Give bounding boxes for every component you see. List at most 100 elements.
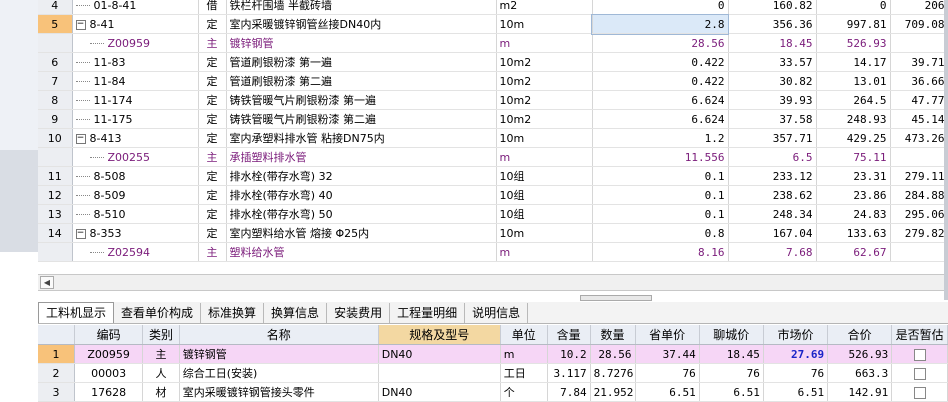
horizontal-scrollbar[interactable]: ◀ [38, 274, 948, 291]
type-cell[interactable]: 定 [198, 71, 227, 91]
quantity-cell[interactable]: 0.422 [592, 71, 729, 91]
unit-cell[interactable]: 10m2 [496, 90, 593, 110]
price-cell[interactable]: 33.57 [728, 52, 817, 72]
extra-cell[interactable]: 279.11 [890, 166, 948, 186]
market-price-cell[interactable]: 6.51 [763, 382, 829, 402]
amount-cell[interactable]: 526.93 [816, 33, 891, 53]
unit-cell[interactable]: 10组 [496, 185, 593, 205]
content-cell[interactable]: 10.2 [547, 344, 591, 364]
tab-4[interactable]: 安装费用 [327, 303, 391, 323]
price-cell[interactable]: 160.82 [728, 0, 817, 15]
name-cell[interactable]: 管道刷银粉漆 第二遍 [226, 71, 497, 91]
amount-cell[interactable]: 13.01 [816, 71, 891, 91]
code-cell[interactable]: 8-509 [72, 185, 199, 205]
unit-cell[interactable]: 10m2 [496, 109, 593, 129]
collapse-icon[interactable]: − [75, 228, 86, 239]
amount-cell[interactable]: 23.31 [816, 166, 891, 186]
name-cell[interactable]: 镀锌钢管 [226, 33, 497, 53]
code-cell[interactable]: Z00959 [74, 344, 144, 364]
column-header[interactable]: 省单价 [635, 325, 700, 345]
material-row[interactable]: 1 Z00959 主镀锌钢管 DN40 m 10.2 28.56 37.44 18.45 27.6… [38, 344, 948, 364]
type-cell[interactable]: 定 [198, 204, 227, 224]
name-cell[interactable]: 承插塑料排水管 [226, 147, 497, 167]
unit-cell[interactable]: 10m [496, 14, 593, 34]
unit-cell[interactable]: 10组 [496, 204, 593, 224]
amount-cell[interactable]: 62.67 [816, 242, 891, 262]
quantity-cell[interactable]: 0.8 [592, 223, 729, 243]
quota-row[interactable]: 13 8-510 定排水栓(带存水弯) 50 10组 0.1 248.34 24.83 295… [38, 204, 948, 224]
extra-cell[interactable]: 279.82 [890, 223, 948, 243]
estimate-cell[interactable] [891, 344, 948, 364]
price-cell[interactable]: 18.45 [728, 33, 817, 53]
amount-cell[interactable]: 429.25 [816, 128, 891, 148]
type-cell[interactable]: 主 [198, 33, 227, 53]
amount-cell[interactable]: 997.81 [816, 14, 891, 34]
extra-cell[interactable] [890, 147, 948, 167]
category-cell[interactable]: 材 [142, 382, 180, 402]
price-cell[interactable]: 357.71 [728, 128, 817, 148]
price-cell[interactable]: 30.82 [728, 71, 817, 91]
unit-cell[interactable]: 10m [496, 128, 593, 148]
column-header[interactable]: 名称 [179, 325, 379, 345]
collapse-icon[interactable]: − [75, 19, 86, 30]
name-cell[interactable]: 铁栏杆围墙 半截砖墙 [226, 0, 497, 15]
extra-cell[interactable]: 36.66 [890, 71, 948, 91]
amount-cell[interactable]: 24.83 [816, 204, 891, 224]
amount-cell[interactable]: 0 [816, 0, 891, 15]
code-cell[interactable]: 00003 [74, 363, 144, 383]
tab-2[interactable]: 标准换算 [201, 303, 265, 323]
name-cell[interactable]: 室内承塑料排水管 粘接DN75内 [226, 128, 497, 148]
quota-row[interactable]: 14−8-353 定室内塑料给水管 熔接 Φ25内 10m 0.8 167.04 133.… [38, 223, 948, 243]
amount-cell[interactable]: 14.17 [816, 52, 891, 72]
city-price-cell[interactable]: 76 [699, 363, 764, 383]
price-cell[interactable]: 6.5 [728, 147, 817, 167]
name-cell[interactable]: 排水栓(带存水弯) 32 [226, 166, 497, 186]
name-cell[interactable]: 管道刷银粉漆 第一遍 [226, 52, 497, 72]
quantity-cell[interactable]: 8.7276 [590, 363, 636, 383]
quota-row[interactable]: 12 8-509 定排水栓(带存水弯) 40 10组 0.1 238.62 23.86 284… [38, 185, 948, 205]
collapse-icon[interactable]: − [75, 133, 86, 144]
code-cell[interactable]: 8-508 [72, 166, 199, 186]
market-price-cell[interactable]: 27.69 [763, 344, 829, 364]
quota-row[interactable]: 11 8-508 定排水栓(带存水弯) 32 10组 0.1 233.12 23.31 279… [38, 166, 948, 186]
price-cell[interactable]: 37.58 [728, 109, 817, 129]
market-price-cell[interactable]: 76 [763, 363, 829, 383]
checkbox-icon[interactable] [913, 367, 926, 380]
extra-cell[interactable]: 473.26 [890, 128, 948, 148]
amount-cell[interactable]: 133.63 [816, 223, 891, 243]
price-cell[interactable]: 356.36 [728, 14, 817, 34]
quantity-cell[interactable]: 0.1 [592, 166, 729, 186]
tab-0[interactable]: 工料机显示 [38, 302, 115, 323]
scroll-left-arrow-icon[interactable]: ◀ [40, 276, 54, 289]
quantity-cell[interactable]: 6.624 [592, 90, 729, 110]
price-cell[interactable]: 7.68 [728, 242, 817, 262]
total-cell[interactable]: 142.91 [827, 382, 893, 402]
type-cell[interactable]: 定 [198, 14, 227, 34]
extra-cell[interactable]: 47.77 [890, 90, 948, 110]
quota-row[interactable]: 7 11-84 定管道刷银粉漆 第二遍 10m2 0.422 30.82 13.01 36.6… [38, 71, 948, 91]
name-cell[interactable]: 排水栓(带存水弯) 50 [226, 204, 497, 224]
code-cell[interactable]: Z00959 [72, 33, 199, 53]
unit-cell[interactable]: 个 [500, 382, 548, 402]
column-header[interactable]: 含量 [547, 325, 591, 345]
code-cell[interactable]: 8-510 [72, 204, 199, 224]
column-header[interactable]: 规格及型号 [378, 325, 501, 345]
type-cell[interactable]: 定 [198, 128, 227, 148]
unit-cell[interactable]: 10m2 [496, 52, 593, 72]
unit-cell[interactable]: m [500, 344, 548, 364]
code-cell[interactable]: 11-84 [72, 71, 199, 91]
unit-cell[interactable]: 工日 [500, 363, 548, 383]
unit-cell[interactable]: m2 [496, 0, 593, 15]
code-cell[interactable]: 11-83 [72, 52, 199, 72]
name-cell[interactable]: 室内塑料给水管 熔接 Φ25内 [226, 223, 497, 243]
tab-3[interactable]: 换算信息 [264, 303, 328, 323]
code-cell[interactable]: Z00255 [72, 147, 199, 167]
city-price-cell[interactable]: 6.51 [699, 382, 764, 402]
type-cell[interactable]: 定 [198, 166, 227, 186]
column-header[interactable]: 编码 [74, 325, 144, 345]
quantity-cell[interactable]: 1.2 [592, 128, 729, 148]
material-row[interactable]: Z00255 主承插塑料排水管 m 11.556 6.5 75.11 [38, 147, 948, 167]
unit-cell[interactable]: 10m2 [496, 71, 593, 91]
column-header[interactable]: 是否暂估 [891, 325, 948, 345]
city-price-cell[interactable]: 18.45 [699, 344, 764, 364]
